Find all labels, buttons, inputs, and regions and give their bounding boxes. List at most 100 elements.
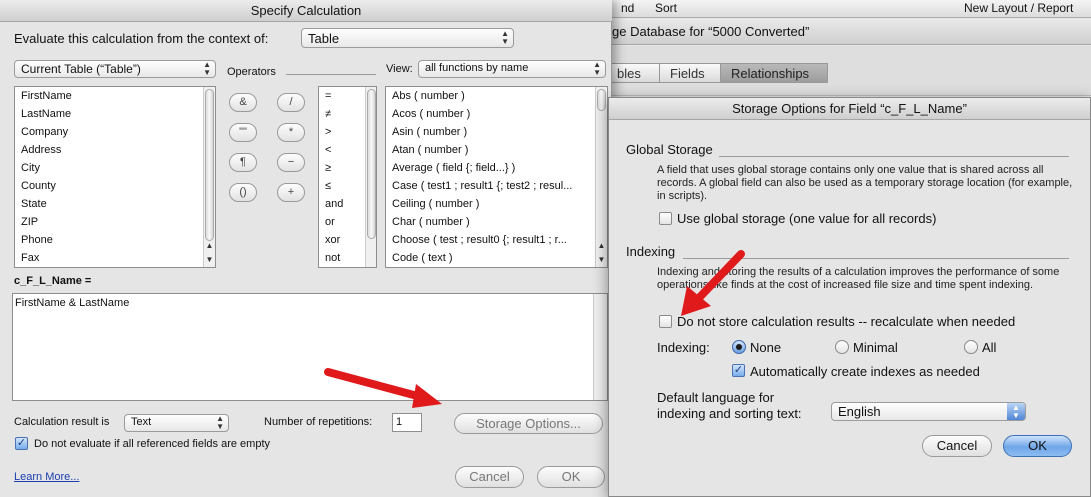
indexing-minimal-radio[interactable] xyxy=(835,340,849,354)
functions-list[interactable]: Abs ( number ) Acos ( number ) Asin ( numb… xyxy=(385,86,608,268)
indexing-none-label: None xyxy=(750,340,782,355)
view-popup[interactable]: all functions by name ▲ ▼ xyxy=(418,60,606,78)
table-popup[interactable]: Current Table (“Table”) ▲ ▼ xyxy=(14,60,216,78)
storage-options-button[interactable]: Storage Options... xyxy=(454,413,603,434)
dialog-title: Specify Calculation xyxy=(0,0,612,22)
list-item[interactable]: Company xyxy=(15,123,215,141)
formula-editor[interactable]: FirstName & LastName xyxy=(12,293,608,401)
tab-relationships[interactable]: Relationships xyxy=(720,63,828,83)
calc-cancel-button[interactable]: Cancel xyxy=(455,466,524,488)
use-global-checkbox[interactable] xyxy=(659,212,672,225)
list-item[interactable]: Ceiling ( number ) xyxy=(386,195,607,213)
popup-arrows-icon: ▲ ▼ xyxy=(593,60,601,77)
list-item[interactable]: County xyxy=(15,177,215,195)
list-item[interactable]: Choose ( test ; result0 {; result1 ; r..… xyxy=(386,231,607,249)
operator-minus-button[interactable]: − xyxy=(277,153,305,172)
scroll-up-icon[interactable]: ▲ xyxy=(596,239,607,253)
menu-item-new-layout[interactable]: New Layout / Report xyxy=(964,1,1073,15)
list-item[interactable]: ZIP xyxy=(15,213,215,231)
scroll-down-icon[interactable]: ▼ xyxy=(204,253,215,267)
operators-scrollbar[interactable] xyxy=(365,87,376,267)
formula-scrollbar[interactable] xyxy=(593,294,607,400)
do-not-store-checkbox[interactable] xyxy=(659,315,672,328)
menu-item-sort[interactable]: Sort xyxy=(655,1,677,15)
learn-more-link[interactable]: Learn More... xyxy=(14,471,79,483)
list-item[interactable]: Address xyxy=(15,141,215,159)
list-item[interactable]: Abs ( number ) xyxy=(386,87,607,105)
operator-multiply-button[interactable]: * xyxy=(277,123,305,142)
functions-scrollbar[interactable]: ▲ ▼ xyxy=(595,87,607,267)
language-label-line1: Default language for xyxy=(657,390,775,405)
list-item[interactable]: Atan ( number ) xyxy=(386,141,607,159)
formula-text[interactable]: FirstName & LastName xyxy=(13,294,607,312)
scroll-thumb[interactable] xyxy=(205,89,214,241)
operators-divider xyxy=(286,74,376,75)
global-storage-heading: Global Storage xyxy=(626,142,713,157)
popup-arrows-icon: ▲ ▼ xyxy=(1007,403,1025,420)
result-type-popup[interactable]: Text ▲ ▼ xyxy=(124,414,229,432)
list-item[interactable]: Fax xyxy=(15,249,215,267)
auto-create-indexes-label: Automatically create indexes as needed xyxy=(750,364,980,379)
repetitions-label: Number of repetitions: xyxy=(264,416,373,428)
red-arrow-icon xyxy=(324,368,442,408)
storage-ok-button[interactable]: OK xyxy=(1003,435,1072,457)
calc-ok-button[interactable]: OK xyxy=(537,466,605,488)
popup-arrows-icon: ▲ ▼ xyxy=(501,29,509,46)
table-popup-value: Current Table (“Table”) xyxy=(21,62,141,76)
scroll-down-icon[interactable]: ▼ xyxy=(596,253,607,267)
list-item[interactable]: FirstName xyxy=(15,87,215,105)
operator-parentheses-button[interactable]: () xyxy=(229,183,257,202)
list-item[interactable]: Average ( field {; field...} ) xyxy=(386,159,607,177)
tab-fields[interactable]: Fields xyxy=(659,63,721,83)
operator-plus-button[interactable]: + xyxy=(277,183,305,202)
red-arrow-icon xyxy=(681,250,745,316)
auto-create-indexes-checkbox[interactable]: ✓ xyxy=(732,364,745,377)
view-label: View: xyxy=(386,63,413,75)
popup-arrows-icon: ▲ ▼ xyxy=(216,414,224,431)
storage-dialog-title: Storage Options for Field “c_F_L_Name” xyxy=(609,98,1090,120)
indexing-all-radio[interactable] xyxy=(964,340,978,354)
result-type-value: Text xyxy=(131,416,152,428)
list-item[interactable]: Char ( number ) xyxy=(386,213,607,231)
fields-list[interactable]: FirstName LastName Company Address City Count… xyxy=(14,86,216,268)
indexing-label: Indexing: xyxy=(657,340,710,355)
global-divider xyxy=(719,156,1069,157)
operator-pilcrow-button[interactable]: ¶ xyxy=(229,153,257,172)
background-menubar: nd Sort New Layout / Report xyxy=(600,0,1091,18)
operator-ampersand-button[interactable]: & xyxy=(229,93,257,112)
list-item[interactable]: City xyxy=(15,159,215,177)
storage-cancel-button[interactable]: Cancel xyxy=(922,435,992,457)
indexing-none-radio[interactable] xyxy=(732,340,746,354)
context-popup-value: Table xyxy=(308,31,340,46)
language-label-line2: indexing and sorting text: xyxy=(657,406,802,421)
operator-divide-button[interactable]: / xyxy=(277,93,305,112)
global-storage-description: A field that uses global storage contain… xyxy=(657,164,1073,202)
scroll-up-icon[interactable]: ▲ xyxy=(204,239,215,253)
result-label: Calculation result is xyxy=(14,416,110,428)
list-item[interactable]: State xyxy=(15,195,215,213)
view-popup-value: all functions by name xyxy=(425,62,529,74)
list-item[interactable]: LastName xyxy=(15,105,215,123)
scroll-thumb[interactable] xyxy=(367,89,376,239)
operator-quotes-button[interactable]: "" xyxy=(229,123,257,142)
list-item[interactable]: Acos ( number ) xyxy=(386,105,607,123)
list-item[interactable]: Asin ( number ) xyxy=(386,123,607,141)
specify-calculation-dialog: Specify Calculation Evaluate this calcul… xyxy=(0,0,612,497)
list-item[interactable]: Phone xyxy=(15,231,215,249)
language-popup[interactable]: English ▲ ▼ xyxy=(831,402,1026,421)
comparison-operators-list[interactable]: = ≠ > < ≥ ≤ and or xor not xyxy=(318,86,377,268)
repetitions-input[interactable]: 1 xyxy=(392,413,422,432)
do-not-evaluate-checkbox[interactable]: ✓ xyxy=(15,437,28,450)
scroll-thumb[interactable] xyxy=(597,89,606,111)
context-popup[interactable]: Table ▲ ▼ xyxy=(301,28,514,48)
list-item[interactable]: Case ( test1 ; result1 {; test2 ; resul.… xyxy=(386,177,607,195)
list-item[interactable]: Code ( text ) xyxy=(386,249,607,267)
indexing-minimal-label: Minimal xyxy=(853,340,898,355)
menu-item-fragment[interactable]: nd xyxy=(621,1,634,15)
tab-tables[interactable]: bles xyxy=(606,63,660,83)
indexing-all-label: All xyxy=(982,340,997,355)
indexing-heading: Indexing xyxy=(626,244,676,259)
fields-scrollbar[interactable]: ▲ ▼ xyxy=(203,87,215,267)
calc-field-name: c_F_L_Name = xyxy=(14,275,92,287)
do-not-evaluate-label: Do not evaluate if all referenced fields… xyxy=(34,438,271,450)
